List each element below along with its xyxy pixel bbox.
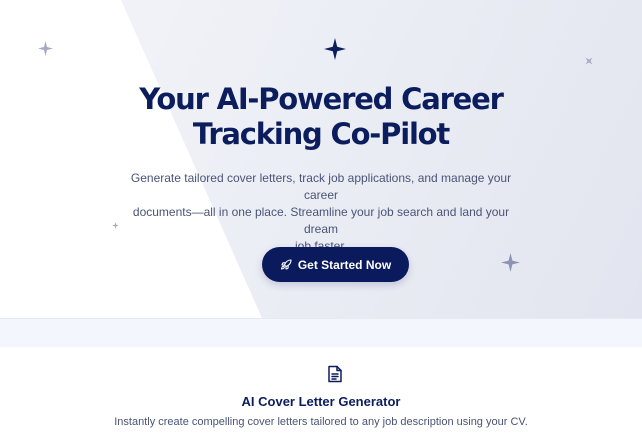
section-divider-band	[0, 318, 642, 348]
sparkle-icon	[501, 253, 520, 272]
get-started-button[interactable]: Get Started Now	[262, 247, 409, 282]
sparkle-icon	[585, 57, 593, 65]
sparkle-icon	[38, 41, 53, 56]
landing-page: Your AI-Powered Career Tracking Co-Pilot…	[0, 0, 642, 447]
sparkle-icon	[324, 38, 346, 60]
feature-description: Instantly create compelling cover letter…	[114, 416, 528, 428]
get-started-label: Get Started Now	[297, 257, 392, 272]
feature-title: AI Cover Letter Generator	[241, 394, 401, 409]
hero-title-line1: Your AI-Powered Career	[139, 82, 504, 116]
hero-subtitle-line2: documents—all in one place. Streamline y…	[132, 205, 510, 236]
hero-title-line2: Tracking Co-Pilot	[192, 117, 450, 151]
feature-card-cover-letter: AI Cover Letter Generator Instantly crea…	[0, 347, 642, 447]
hero-subtitle-line1: Generate tailored cover letters, track j…	[130, 171, 512, 202]
document-icon	[327, 365, 343, 383]
hero-subtitle: Generate tailored cover letters, track j…	[121, 170, 521, 255]
rocket-icon	[280, 258, 292, 271]
hero-section: Your AI-Powered Career Tracking Co-Pilot…	[0, 0, 642, 318]
sparkle-icon	[112, 222, 119, 229]
